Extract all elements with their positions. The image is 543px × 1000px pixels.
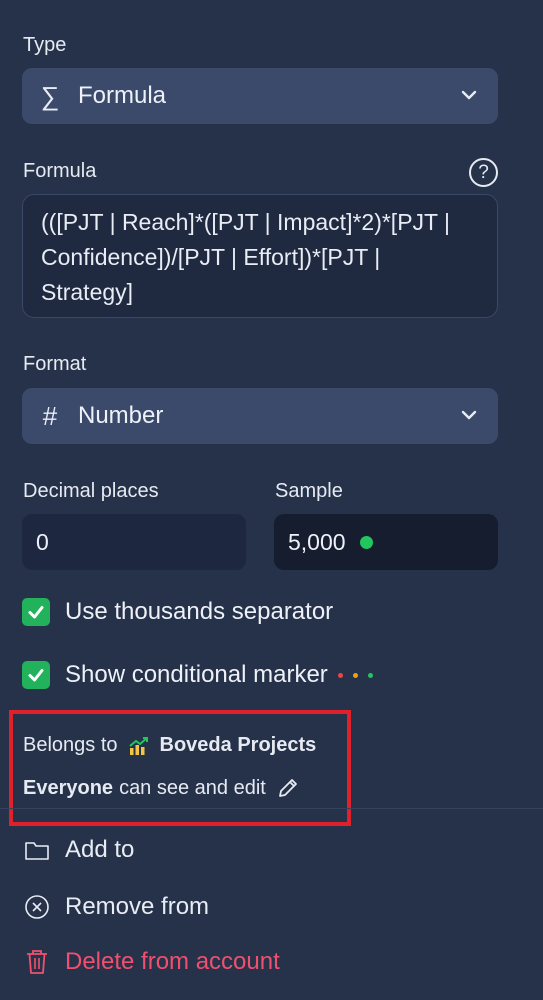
formula-line: Confidence])/[PJT | Effort])*[PJT | <box>41 244 381 270</box>
checkmark-icon <box>28 606 44 619</box>
checkbox-checked[interactable] <box>22 598 50 626</box>
conditional-marker-label: Show conditional marker <box>65 661 328 688</box>
add-to-button[interactable]: Add to <box>22 836 134 864</box>
divider <box>0 808 543 809</box>
green-marker-dot <box>367 672 373 678</box>
sigma-icon: ∑ <box>40 80 60 111</box>
remove-from-button[interactable]: Remove from <box>22 893 209 921</box>
yellow-marker-dot <box>352 672 358 678</box>
format-select[interactable]: # Number <box>22 388 498 444</box>
sample-field: 5,000 <box>274 514 498 570</box>
chevron-down-icon <box>461 90 477 100</box>
type-label: Type <box>23 34 67 56</box>
trash-icon <box>22 948 52 976</box>
decimal-places-value: 0 <box>36 528 49 555</box>
marker-dots <box>337 672 373 678</box>
checkbox-checked[interactable] <box>22 661 50 689</box>
formula-line: Strategy] <box>41 279 134 305</box>
add-to-label: Add to <box>65 836 135 863</box>
formula-editor[interactable]: (([PJT | Reach]*([PJT | Impact]*2)*[PJT … <box>22 194 498 318</box>
remove-from-label: Remove from <box>65 893 210 920</box>
close-circle-icon <box>22 894 52 920</box>
red-marker-dot <box>337 672 343 678</box>
sample-label: Sample <box>275 480 343 502</box>
chevron-down-icon <box>461 410 477 420</box>
formula-label: Formula <box>23 160 97 182</box>
thousands-separator-label: Use thousands separator <box>65 598 334 625</box>
formula-line: (([PJT | Reach]*([PJT | Impact]*2)*[PJT … <box>41 209 451 235</box>
delete-from-account-label: Delete from account <box>65 948 280 975</box>
help-icon[interactable]: ? <box>469 158 498 187</box>
type-value: Formula <box>78 82 167 109</box>
conditional-marker-option[interactable]: Show conditional marker <box>22 661 373 689</box>
status-indicator-dot <box>359 535 373 549</box>
format-label: Format <box>23 353 87 375</box>
decimal-places-label: Decimal places <box>23 480 159 502</box>
checkmark-icon <box>28 669 44 682</box>
sample-value: 5,000 <box>288 528 346 555</box>
format-value: Number <box>78 402 164 429</box>
folder-icon <box>22 839 52 861</box>
decimal-places-input[interactable]: 0 <box>22 514 246 570</box>
delete-from-account-button[interactable]: Delete from account <box>22 948 280 976</box>
hash-icon: # <box>42 400 58 431</box>
thousands-separator-option[interactable]: Use thousands separator <box>22 598 333 626</box>
type-select[interactable]: ∑ Formula <box>22 68 498 124</box>
